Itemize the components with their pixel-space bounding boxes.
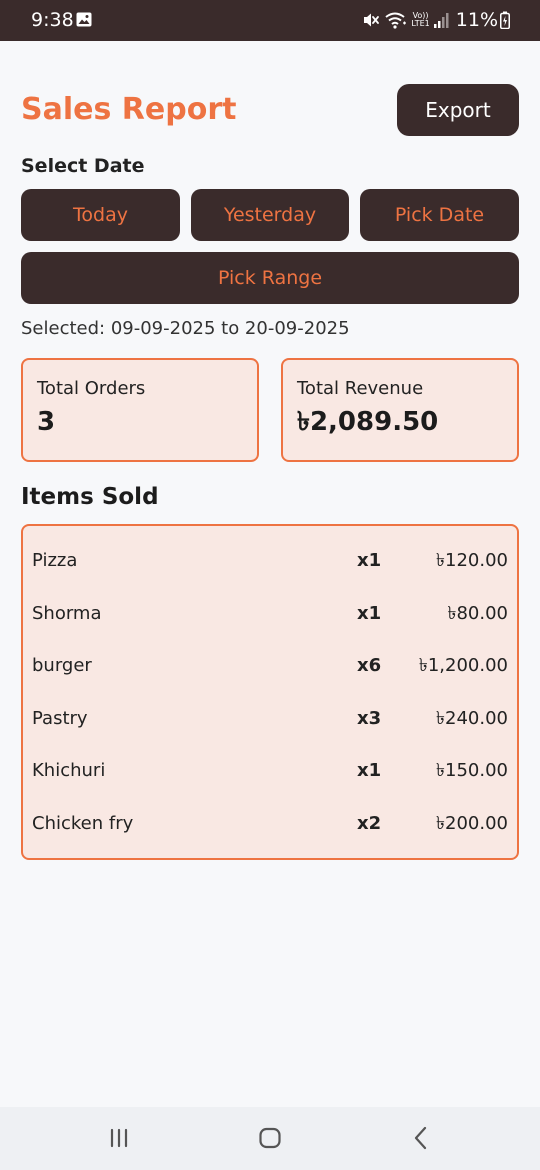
battery-percentage: 11% [455, 9, 498, 31]
total-orders-label: Total Orders [37, 378, 146, 399]
total-revenue-label: Total Revenue [297, 378, 424, 399]
status-time: 9:38 [31, 9, 74, 31]
item-price: ৳120.00 [436, 550, 508, 571]
item-quantity: x1 [357, 603, 382, 624]
item-quantity: x2 [357, 813, 382, 834]
item-name: Pastry [32, 708, 88, 729]
page-title: Sales Report [21, 92, 237, 127]
home-icon[interactable] [255, 1123, 285, 1153]
network-type-label: Vo)) LTE1 [411, 11, 430, 28]
item-quantity: x6 [357, 655, 382, 676]
back-icon[interactable] [406, 1123, 436, 1153]
total-revenue-value: ৳2,089.50 [297, 407, 439, 437]
export-button[interactable]: Export [397, 84, 519, 136]
items-sold-list: Pizza x1 ৳120.00 Shorma x1 ৳80.00 burger… [21, 524, 519, 860]
total-orders-value: 3 [37, 407, 56, 437]
item-name: Shorma [32, 603, 102, 624]
item-quantity: x3 [357, 708, 382, 729]
list-item: Chicken fry x2 ৳200.00 [23, 798, 517, 850]
list-item: burger x6 ৳1,200.00 [23, 640, 517, 692]
item-name: Khichuri [32, 760, 106, 781]
list-item: Pastry x3 ৳240.00 [23, 693, 517, 745]
system-navigation-bar [0, 1107, 540, 1170]
pick-range-button[interactable]: Pick Range [21, 252, 519, 304]
wifi-icon [385, 12, 407, 29]
today-button[interactable]: Today [21, 189, 180, 241]
item-name: burger [32, 655, 92, 676]
recent-apps-icon[interactable] [104, 1123, 134, 1153]
item-quantity: x1 [357, 760, 382, 781]
items-sold-title: Items Sold [21, 484, 159, 510]
item-price: ৳1,200.00 [418, 655, 508, 676]
selected-date-range: Selected: 09-09-2025 to 20-09-2025 [21, 318, 350, 339]
mute-icon [364, 13, 380, 27]
item-name: Pizza [32, 550, 78, 571]
list-item: Shorma x1 ৳80.00 [23, 588, 517, 640]
item-price: ৳150.00 [436, 760, 508, 781]
select-date-label: Select Date [21, 155, 145, 177]
list-item: Khichuri x1 ৳150.00 [23, 745, 517, 797]
item-price: ৳240.00 [436, 708, 508, 729]
yesterday-button[interactable]: Yesterday [191, 189, 349, 241]
battery-charging-icon [500, 11, 510, 29]
item-name: Chicken fry [32, 813, 134, 834]
item-price: ৳200.00 [436, 813, 508, 834]
item-quantity: x1 [357, 550, 382, 571]
item-price: ৳80.00 [447, 603, 509, 624]
total-revenue-card: Total Revenue ৳2,089.50 [281, 358, 519, 462]
list-item: Pizza x1 ৳120.00 [23, 535, 517, 587]
pick-date-button[interactable]: Pick Date [360, 189, 519, 241]
status-bar: 9:38 Vo)) LTE1 11% [0, 0, 540, 41]
signal-icon [433, 13, 449, 28]
gallery-icon [76, 12, 92, 27]
status-icons: Vo)) LTE1 11% [362, 8, 510, 32]
total-orders-card: Total Orders 3 [21, 358, 259, 462]
